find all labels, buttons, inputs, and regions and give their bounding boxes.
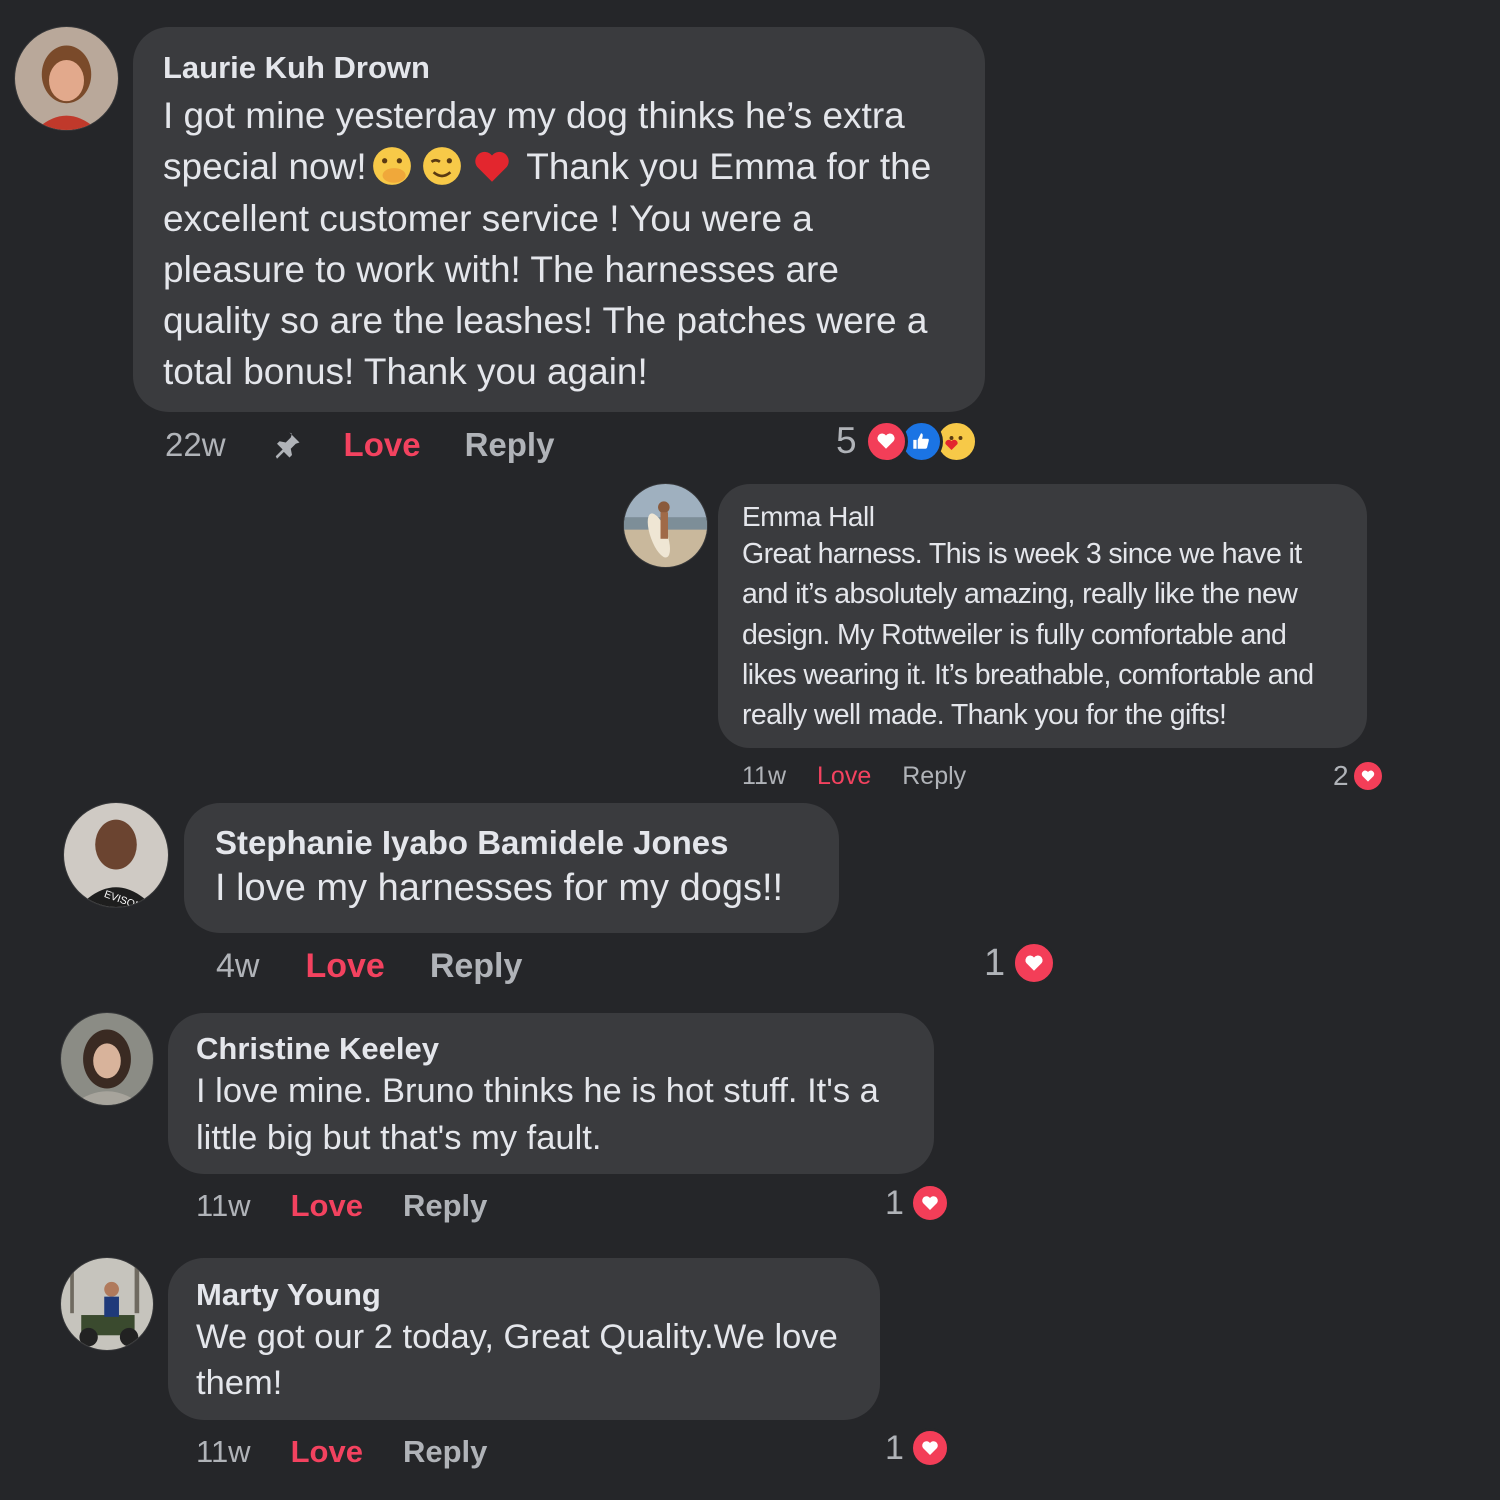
avatar[interactable] <box>61 1013 153 1105</box>
heart-reaction-icon <box>1012 941 1057 985</box>
comment-bubble: Christine Keeley I love mine. Bruno thin… <box>168 1013 934 1174</box>
reaction-summary[interactable]: 5 <box>836 418 978 464</box>
comment-actions: 4w Love Reply <box>216 943 522 989</box>
love-button[interactable]: Love <box>291 1434 363 1470</box>
comment-author[interactable]: Marty Young <box>196 1276 852 1314</box>
heart-reaction-icon <box>909 1428 950 1468</box>
comment-author[interactable]: Laurie Kuh Drown <box>163 49 955 87</box>
reply-button[interactable]: Reply <box>403 1188 487 1224</box>
reply-button[interactable]: Reply <box>430 947 523 986</box>
reaction-summary[interactable]: 1 <box>885 1180 950 1226</box>
comment-time[interactable]: 22w <box>165 426 226 464</box>
avatar[interactable] <box>624 484 707 567</box>
comment-bubble: Emma Hall Great harness. This is week 3 … <box>718 484 1367 748</box>
reaction-count: 1 <box>885 1428 904 1467</box>
reaction-count: 1 <box>885 1183 904 1222</box>
avatar[interactable] <box>15 27 118 130</box>
reaction-summary[interactable]: 1 <box>885 1425 950 1471</box>
reaction-count: 5 <box>836 420 857 461</box>
comment-actions: 11w Love Reply <box>742 758 966 794</box>
winking-face-icon <box>422 147 461 186</box>
comment-time[interactable]: 11w <box>196 1434 251 1470</box>
comment-author[interactable]: Christine Keeley <box>196 1030 906 1068</box>
comment-text: We got our 2 today, Great Quality.We lov… <box>196 1318 838 1402</box>
face-with-hand-over-mouth-icon <box>372 147 411 186</box>
comment-text: I got mine yesterday my dog thinks he’s … <box>163 90 955 398</box>
comment-actions: 11w Love Reply <box>196 1184 487 1228</box>
avatar[interactable]: EVISON <box>64 803 168 907</box>
reply-button[interactable]: Reply <box>403 1434 487 1470</box>
avatar[interactable] <box>61 1258 153 1350</box>
comment-time[interactable]: 4w <box>216 947 259 986</box>
love-button[interactable]: Love <box>305 947 384 986</box>
red-heart-icon <box>474 152 509 183</box>
comment-text: I love mine. Bruno thinks he is hot stuf… <box>196 1072 879 1157</box>
comment-bubble: Marty Young We got our 2 today, Great Qu… <box>168 1258 880 1420</box>
love-button[interactable]: Love <box>817 762 871 791</box>
pin-icon <box>275 432 300 459</box>
comment-author[interactable]: Stephanie Iyabo Bamidele Jones <box>215 823 808 863</box>
comment-time[interactable]: 11w <box>196 1188 251 1224</box>
reaction-summary[interactable]: 2 <box>1333 758 1384 794</box>
comment-actions: 22w Love Reply <box>165 422 554 468</box>
heart-reaction-icon <box>909 1183 950 1223</box>
reaction-summary[interactable]: 1 <box>984 939 1057 987</box>
comment-author[interactable]: Emma Hall <box>742 500 1343 534</box>
reaction-count: 1 <box>984 941 1006 984</box>
comment-bubble: Laurie Kuh Drown I got mine yesterday my… <box>133 27 985 412</box>
reply-button[interactable]: Reply <box>902 762 966 791</box>
comment-bubble: Stephanie Iyabo Bamidele Jones I love my… <box>184 803 839 933</box>
comment-actions: 11w Love Reply <box>196 1430 487 1474</box>
love-button[interactable]: Love <box>344 426 421 464</box>
comment-time[interactable]: 11w <box>742 762 786 791</box>
reply-button[interactable]: Reply <box>465 426 555 464</box>
love-button[interactable]: Love <box>291 1188 363 1224</box>
reaction-count: 2 <box>1333 760 1349 791</box>
comment-text: Great harness. This is week 3 since we h… <box>742 538 1314 732</box>
heart-reaction-icon <box>864 419 908 463</box>
comment-text: I love my harnesses for my dogs!! <box>215 867 784 909</box>
heart-reaction-icon <box>1351 760 1384 792</box>
